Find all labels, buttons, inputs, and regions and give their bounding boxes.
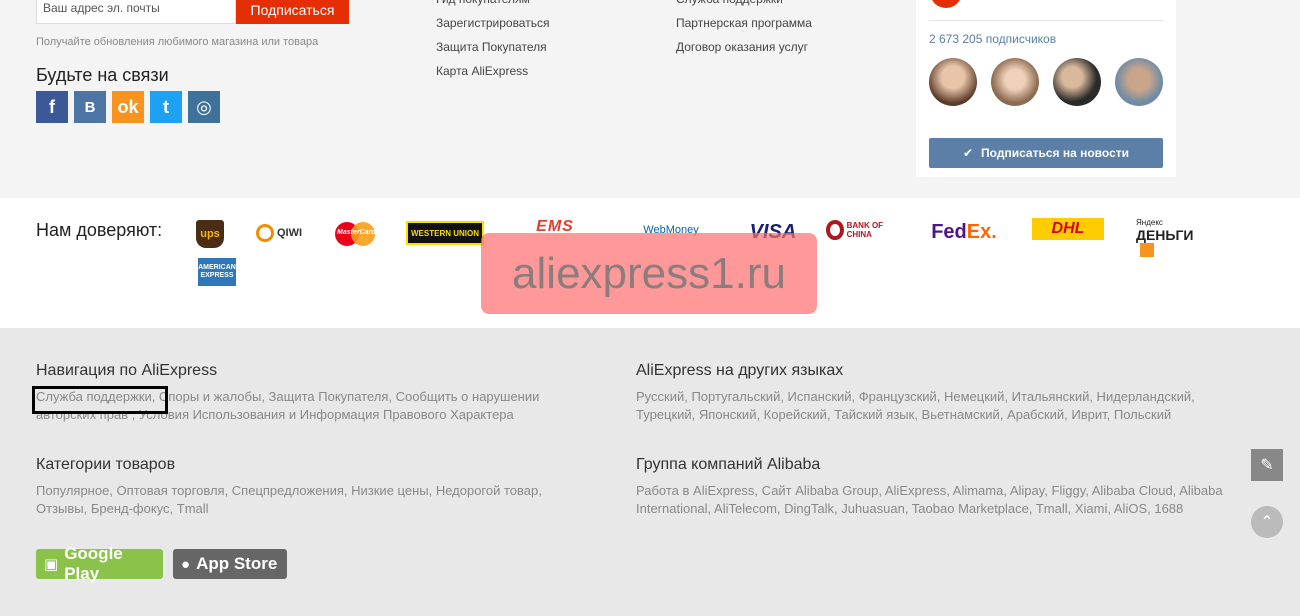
avatar[interactable] bbox=[1053, 58, 1101, 106]
vk-icon: ✔ bbox=[962, 146, 974, 160]
american-express-logo: AMERICAN EXPRESS bbox=[198, 258, 236, 286]
email-input[interactable]: Ваш адрес эл. почты bbox=[36, 0, 236, 24]
vk-subscribe-label: Подписаться на новости bbox=[981, 146, 1129, 160]
avatar[interactable] bbox=[929, 58, 977, 106]
google-play-label: Google Play bbox=[64, 544, 123, 583]
categories-title: Категории товаров bbox=[36, 456, 176, 473]
western-union-logo: WESTERN UNION bbox=[406, 221, 484, 245]
language-links[interactable]: Русский, Португальский, Испанский, Франц… bbox=[636, 388, 1236, 424]
languages-title: AliExpress на других языках bbox=[636, 362, 844, 379]
subscribe-hint: Получайте обновления любимого магазина и… bbox=[36, 36, 319, 48]
app-store-button[interactable]: ● App Store bbox=[173, 549, 287, 579]
avatar[interactable] bbox=[1115, 58, 1163, 106]
alibaba-block: Группа компаний Alibaba Работа в AliExpr… bbox=[636, 456, 1236, 518]
link-affiliate[interactable]: Партнерская программа bbox=[676, 11, 812, 35]
ups-logo: ups bbox=[196, 220, 224, 248]
category-links[interactable]: Популярное, Оптовая торговля, Спецпредло… bbox=[36, 482, 596, 518]
group-logo bbox=[930, 0, 962, 8]
link-buyer-guide[interactable]: Гид покупателям bbox=[436, 0, 549, 11]
languages-block: AliExpress на других языках Русский, Пор… bbox=[636, 362, 1236, 424]
fedex-logo: Fed Ex. bbox=[931, 220, 997, 243]
link-service-agreement[interactable]: Договор оказания услуг bbox=[676, 35, 812, 59]
twitter-icon[interactable]: t bbox=[150, 91, 182, 123]
edit-icon[interactable]: ✎ bbox=[1251, 449, 1283, 481]
avatar[interactable] bbox=[991, 58, 1039, 106]
link-register[interactable]: Зарегистрироваться bbox=[436, 11, 549, 35]
qiwi-logo: QIWI bbox=[254, 222, 304, 244]
stay-connected-title: Будьте на связи bbox=[36, 65, 169, 85]
subscriber-count[interactable]: 2 673 205 подписчиков bbox=[929, 32, 1056, 46]
yandex-money-logo: Яндекс ДЕНЬГИ bbox=[1136, 216, 1206, 257]
support-link-highlight bbox=[32, 386, 168, 414]
facebook-icon[interactable]: f bbox=[36, 91, 68, 123]
subscriber-avatars bbox=[929, 58, 1163, 106]
nav-title: Навигация по AliExpress bbox=[36, 362, 218, 379]
vk-subscribe-button[interactable]: ✔ Подписаться на новости bbox=[929, 138, 1163, 168]
links-column-2: Служба поддержки Партнерская программа Д… bbox=[676, 0, 812, 59]
subscribe-button[interactable]: Подписаться bbox=[236, 0, 349, 24]
link-buyer-protection[interactable]: Защита Покупателя bbox=[436, 35, 549, 59]
social-links: f B ok t ◎ bbox=[36, 91, 220, 123]
vk-icon[interactable]: B bbox=[74, 91, 106, 123]
trusted-by-title: Нам доверяют: bbox=[36, 220, 163, 240]
top-section: Ваш адрес эл. почты Подписаться Получайт… bbox=[0, 0, 1300, 198]
alibaba-links[interactable]: Работа в AliExpress, Сайт Alibaba Group,… bbox=[636, 482, 1236, 518]
scroll-up-icon[interactable]: ⌃ bbox=[1251, 506, 1283, 538]
apple-icon: ● bbox=[181, 555, 191, 573]
link-support[interactable]: Служба поддержки bbox=[676, 0, 812, 11]
link-sitemap[interactable]: Карта AliExpress bbox=[436, 59, 549, 83]
app-store-label: App Store bbox=[196, 554, 278, 573]
watermark: aliexpress1.ru bbox=[481, 233, 817, 314]
categories-block: Категории товаров Популярное, Оптовая то… bbox=[36, 456, 596, 518]
vk-widget: 2 673 205 подписчиков ✔ Подписаться на н… bbox=[916, 0, 1176, 177]
google-play-button[interactable]: ▣ Google Play bbox=[36, 544, 163, 583]
alibaba-title: Группа компаний Alibaba bbox=[636, 456, 821, 473]
mastercard-logo: MasterCard bbox=[335, 222, 377, 246]
divider bbox=[929, 20, 1163, 21]
android-icon: ▣ bbox=[44, 556, 59, 573]
dhl-logo: DHL bbox=[1032, 218, 1104, 240]
odnoklassniki-icon[interactable]: ok bbox=[112, 91, 144, 123]
instagram-icon[interactable]: ◎ bbox=[188, 91, 220, 123]
links-column-1: Гид покупателям Зарегистрироваться Защит… bbox=[436, 0, 549, 83]
bank-of-china-logo: BANK OF CHINA bbox=[826, 218, 898, 242]
